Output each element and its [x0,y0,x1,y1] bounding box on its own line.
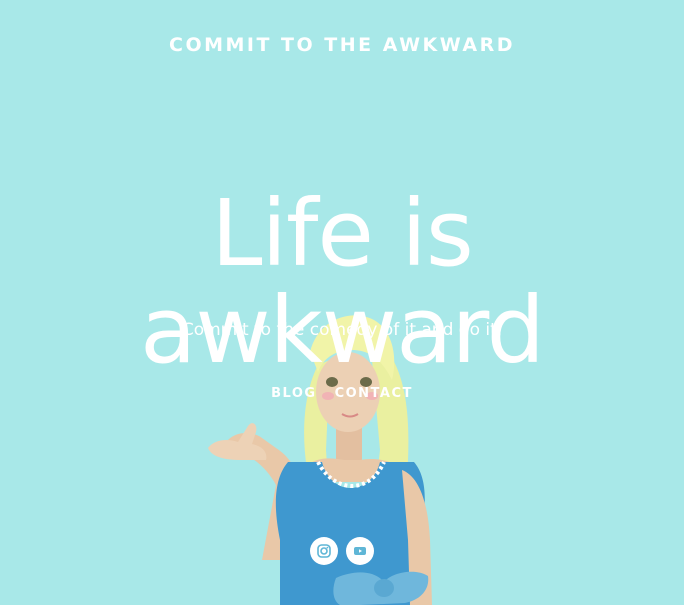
hero-tagline: Commit to the comedy of it and do it. [181,320,503,340]
youtube-button[interactable] [346,537,374,565]
instagram-icon [317,544,331,558]
hero-title: Life is awkward [139,180,545,384]
social-links [0,537,684,565]
nav-item-contact[interactable]: CONTACT [335,386,413,401]
page: COMMIT TO THE AWKWARD Life is awkward Co… [0,0,684,605]
nav-item-blog[interactable]: BLOG [271,386,316,401]
main-nav: BLOG CONTACT [0,386,684,401]
youtube-icon [353,544,367,558]
instagram-button[interactable] [310,537,338,565]
site-title[interactable]: COMMIT TO THE AWKWARD [0,34,684,56]
